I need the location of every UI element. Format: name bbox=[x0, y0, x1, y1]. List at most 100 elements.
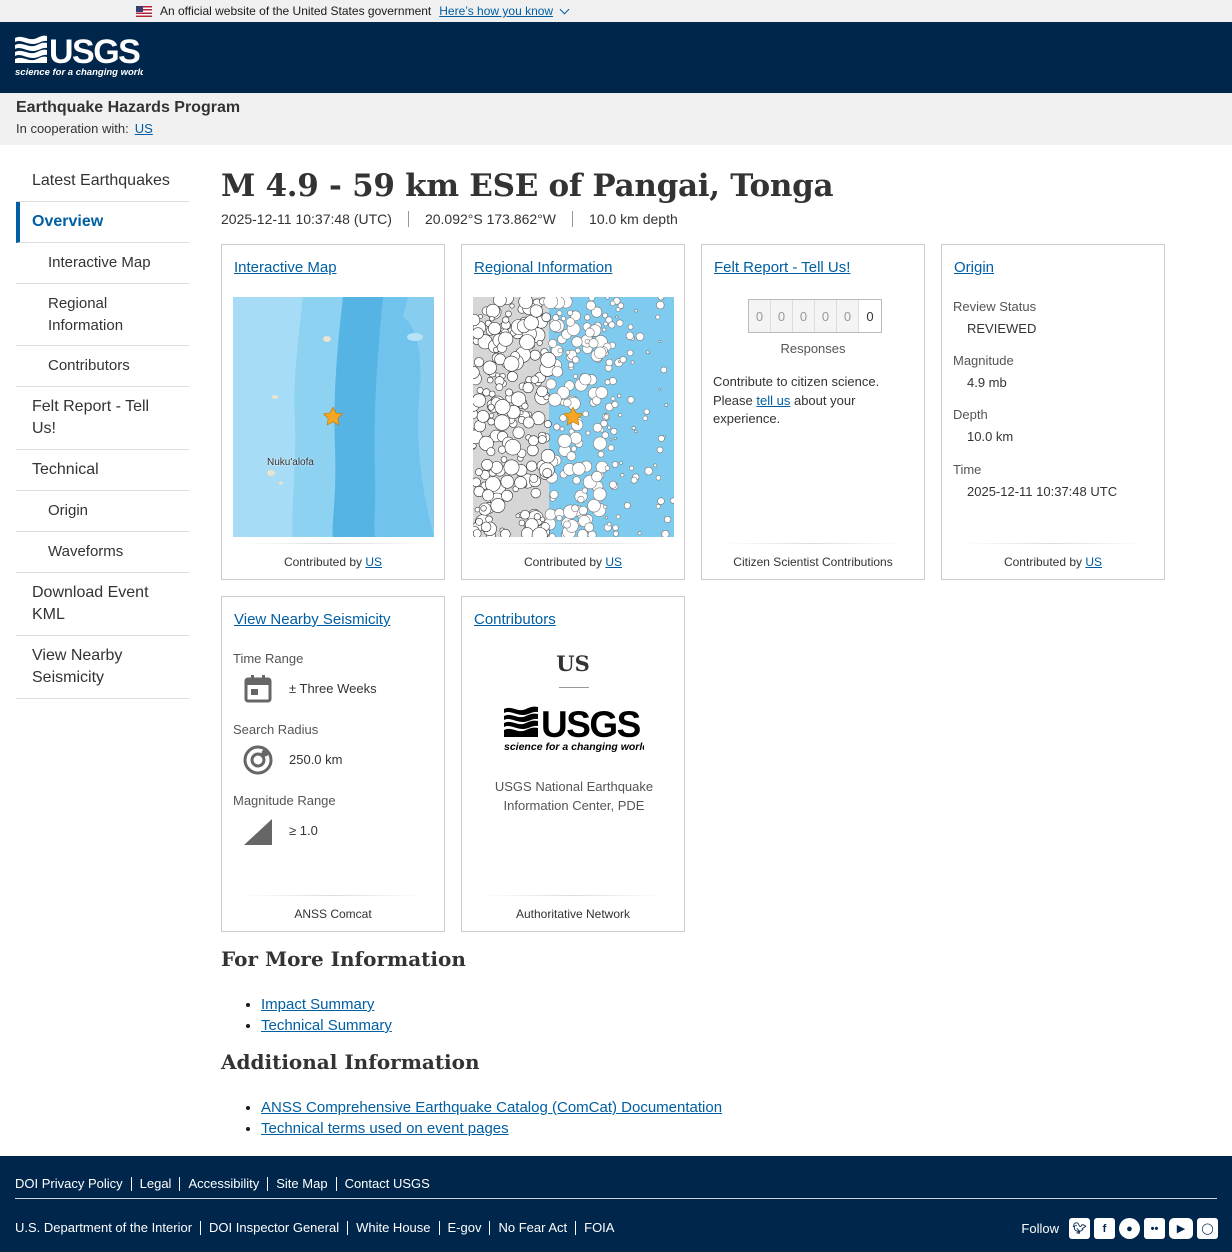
seismicity-circle bbox=[609, 480, 617, 489]
seismicity-circle bbox=[570, 445, 577, 452]
social-follow: Follow 🐦︎ f ● •• ▶ ◯ bbox=[1021, 1218, 1218, 1239]
seismicity-circle bbox=[625, 331, 634, 340]
how-you-know-link[interactable]: Here’s how you know bbox=[439, 4, 570, 18]
regional-seismicity-thumbnail[interactable] bbox=[473, 297, 674, 537]
sidebar-item-felt-report[interactable]: Felt Report - Tell Us! bbox=[16, 387, 189, 450]
seismicity-circle bbox=[603, 504, 608, 509]
seismicity-circle bbox=[657, 435, 665, 442]
footer-link-site-map[interactable]: Site Map bbox=[267, 1177, 335, 1191]
instagram-icon[interactable]: ◯ bbox=[1197, 1218, 1218, 1239]
sidebar-item-interactive-map[interactable]: Interactive Map bbox=[16, 243, 189, 284]
technical-terms-link[interactable]: Technical terms used on event pages bbox=[261, 1120, 509, 1137]
review-status-value: REVIEWED bbox=[967, 321, 1037, 336]
github-icon[interactable]: ● bbox=[1119, 1218, 1140, 1239]
seismicity-circle bbox=[526, 444, 539, 457]
footer-link-privacy[interactable]: DOI Privacy Policy bbox=[15, 1177, 131, 1191]
regional-information-link[interactable]: Regional Information bbox=[474, 259, 612, 276]
seismicity-circle bbox=[611, 461, 619, 468]
seismicity-circle bbox=[521, 527, 534, 537]
seismicity-circle bbox=[474, 357, 484, 368]
seismicity-circle bbox=[615, 514, 621, 520]
footer-link-doi[interactable]: U.S. Department of the Interior bbox=[15, 1221, 200, 1235]
comcat-documentation-link[interactable]: ANSS Comprehensive Earthquake Catalog (C… bbox=[261, 1099, 722, 1116]
footer-link-accessibility[interactable]: Accessibility bbox=[179, 1177, 267, 1191]
seismicity-circle bbox=[631, 426, 636, 431]
seismicity-circle bbox=[487, 376, 494, 384]
coop-us-link[interactable]: US bbox=[135, 121, 153, 136]
tell-us-link[interactable]: tell us bbox=[756, 393, 790, 408]
seismicity-circle bbox=[584, 522, 594, 533]
depth-label: Depth bbox=[953, 407, 988, 422]
magnitude-ramp-icon bbox=[244, 819, 272, 845]
interactive-map-link[interactable]: Interactive Map bbox=[234, 259, 337, 276]
seismicity-circle bbox=[634, 309, 638, 313]
seismicity-circle bbox=[528, 435, 539, 446]
seismicity-circle bbox=[604, 379, 611, 386]
seismicity-circle bbox=[608, 377, 617, 385]
seismicity-circle bbox=[630, 360, 635, 365]
seismicity-circle bbox=[585, 327, 595, 338]
footer-link-no-fear-act[interactable]: No Fear Act bbox=[489, 1221, 575, 1235]
card-felt-report: Felt Report - Tell Us! 0 0 0 0 0 0 Respo… bbox=[701, 244, 925, 580]
seismicity-circle bbox=[655, 314, 661, 320]
seismicity-circle bbox=[629, 465, 634, 471]
seismicity-circle bbox=[664, 515, 672, 523]
sidebar-item-waveforms[interactable]: Waveforms bbox=[16, 532, 189, 573]
seismicity-circle bbox=[529, 349, 541, 361]
seismicity-circle bbox=[540, 449, 556, 464]
youtube-icon[interactable]: ▶ bbox=[1169, 1218, 1193, 1239]
time-value: 2025-12-11 10:37:48 UTC bbox=[967, 484, 1118, 499]
seismicity-circle bbox=[520, 509, 530, 520]
footer-link-foia[interactable]: FOIA bbox=[575, 1221, 622, 1235]
svg-text:USGS: USGS bbox=[541, 704, 641, 745]
felt-report-link[interactable]: Felt Report - Tell Us! bbox=[714, 259, 850, 276]
seismicity-circle bbox=[473, 529, 482, 537]
footer-link-white-house[interactable]: White House bbox=[347, 1221, 438, 1235]
usgs-logo-black: USGS science for a changing world bbox=[504, 704, 644, 753]
footer-link-contact[interactable]: Contact USGS bbox=[335, 1177, 438, 1191]
footer-link-inspector-general[interactable]: DOI Inspector General bbox=[200, 1221, 347, 1235]
sidebar-item-contributors[interactable]: Contributors bbox=[16, 346, 189, 387]
seismicity-circle bbox=[597, 450, 605, 458]
sidebar-item-overview[interactable]: Overview bbox=[16, 202, 189, 243]
seismicity-circle bbox=[475, 518, 483, 526]
origin-link[interactable]: Origin bbox=[954, 259, 994, 276]
seismicity-circle bbox=[533, 513, 541, 521]
program-bar: Earthquake Hazards Program In cooperatio… bbox=[0, 93, 1232, 145]
sidebar-item-regional-information[interactable]: Regional Information bbox=[16, 284, 156, 346]
seismicity-circle bbox=[529, 473, 539, 483]
seismicity-circle bbox=[551, 366, 563, 378]
sidebar-item-origin[interactable]: Origin bbox=[16, 491, 189, 532]
impact-summary-link[interactable]: Impact Summary bbox=[261, 996, 374, 1013]
seismicity-circle bbox=[518, 519, 526, 527]
list-item: Technical terms used on event pages bbox=[261, 1118, 722, 1139]
sidebar-item-download-kml[interactable]: Download Event KML bbox=[16, 573, 189, 636]
seismicity-circle bbox=[664, 403, 669, 407]
seismicity-circle bbox=[577, 495, 585, 504]
seismicity-circle bbox=[670, 497, 674, 504]
nearby-seismicity-link[interactable]: View Nearby Seismicity bbox=[234, 611, 390, 628]
seismicity-circle bbox=[585, 300, 596, 311]
origin-contributor-link[interactable]: US bbox=[1085, 555, 1102, 569]
review-status-label: Review Status bbox=[953, 299, 1037, 314]
sidebar-item-nearby-seismicity[interactable]: View Nearby Seismicity bbox=[16, 636, 189, 699]
seismicity-circle bbox=[495, 383, 504, 391]
footer-link-legal[interactable]: Legal bbox=[130, 1177, 180, 1191]
interactive-map-contributor-link[interactable]: US bbox=[365, 555, 382, 569]
usgs-logo[interactable]: USGS science for a changing world bbox=[15, 32, 143, 82]
twitter-icon[interactable]: 🐦︎ bbox=[1069, 1218, 1090, 1239]
technical-summary-link[interactable]: Technical Summary bbox=[261, 1017, 392, 1034]
cooperation-line: In cooperation with: US bbox=[16, 121, 1216, 136]
contributors-link[interactable]: Contributors bbox=[474, 611, 556, 628]
facebook-icon[interactable]: f bbox=[1094, 1218, 1115, 1239]
footer-links-top: DOI Privacy Policy Legal Accessibility S… bbox=[15, 1177, 438, 1191]
sidebar-item-latest-earthquakes[interactable]: Latest Earthquakes bbox=[16, 161, 189, 202]
interactive-map-thumbnail[interactable]: Nuku'alofa bbox=[233, 297, 434, 537]
program-title[interactable]: Earthquake Hazards Program bbox=[16, 99, 1216, 117]
flickr-icon[interactable]: •• bbox=[1144, 1218, 1165, 1239]
footer-link-egov[interactable]: E-gov bbox=[438, 1221, 490, 1235]
sidebar-item-technical[interactable]: Technical bbox=[16, 450, 189, 491]
regional-contributor-link[interactable]: US bbox=[605, 555, 622, 569]
card-interactive-map: Interactive Map Nuku'alofa Contributed b… bbox=[221, 244, 445, 580]
seismicity-circle bbox=[503, 459, 520, 476]
